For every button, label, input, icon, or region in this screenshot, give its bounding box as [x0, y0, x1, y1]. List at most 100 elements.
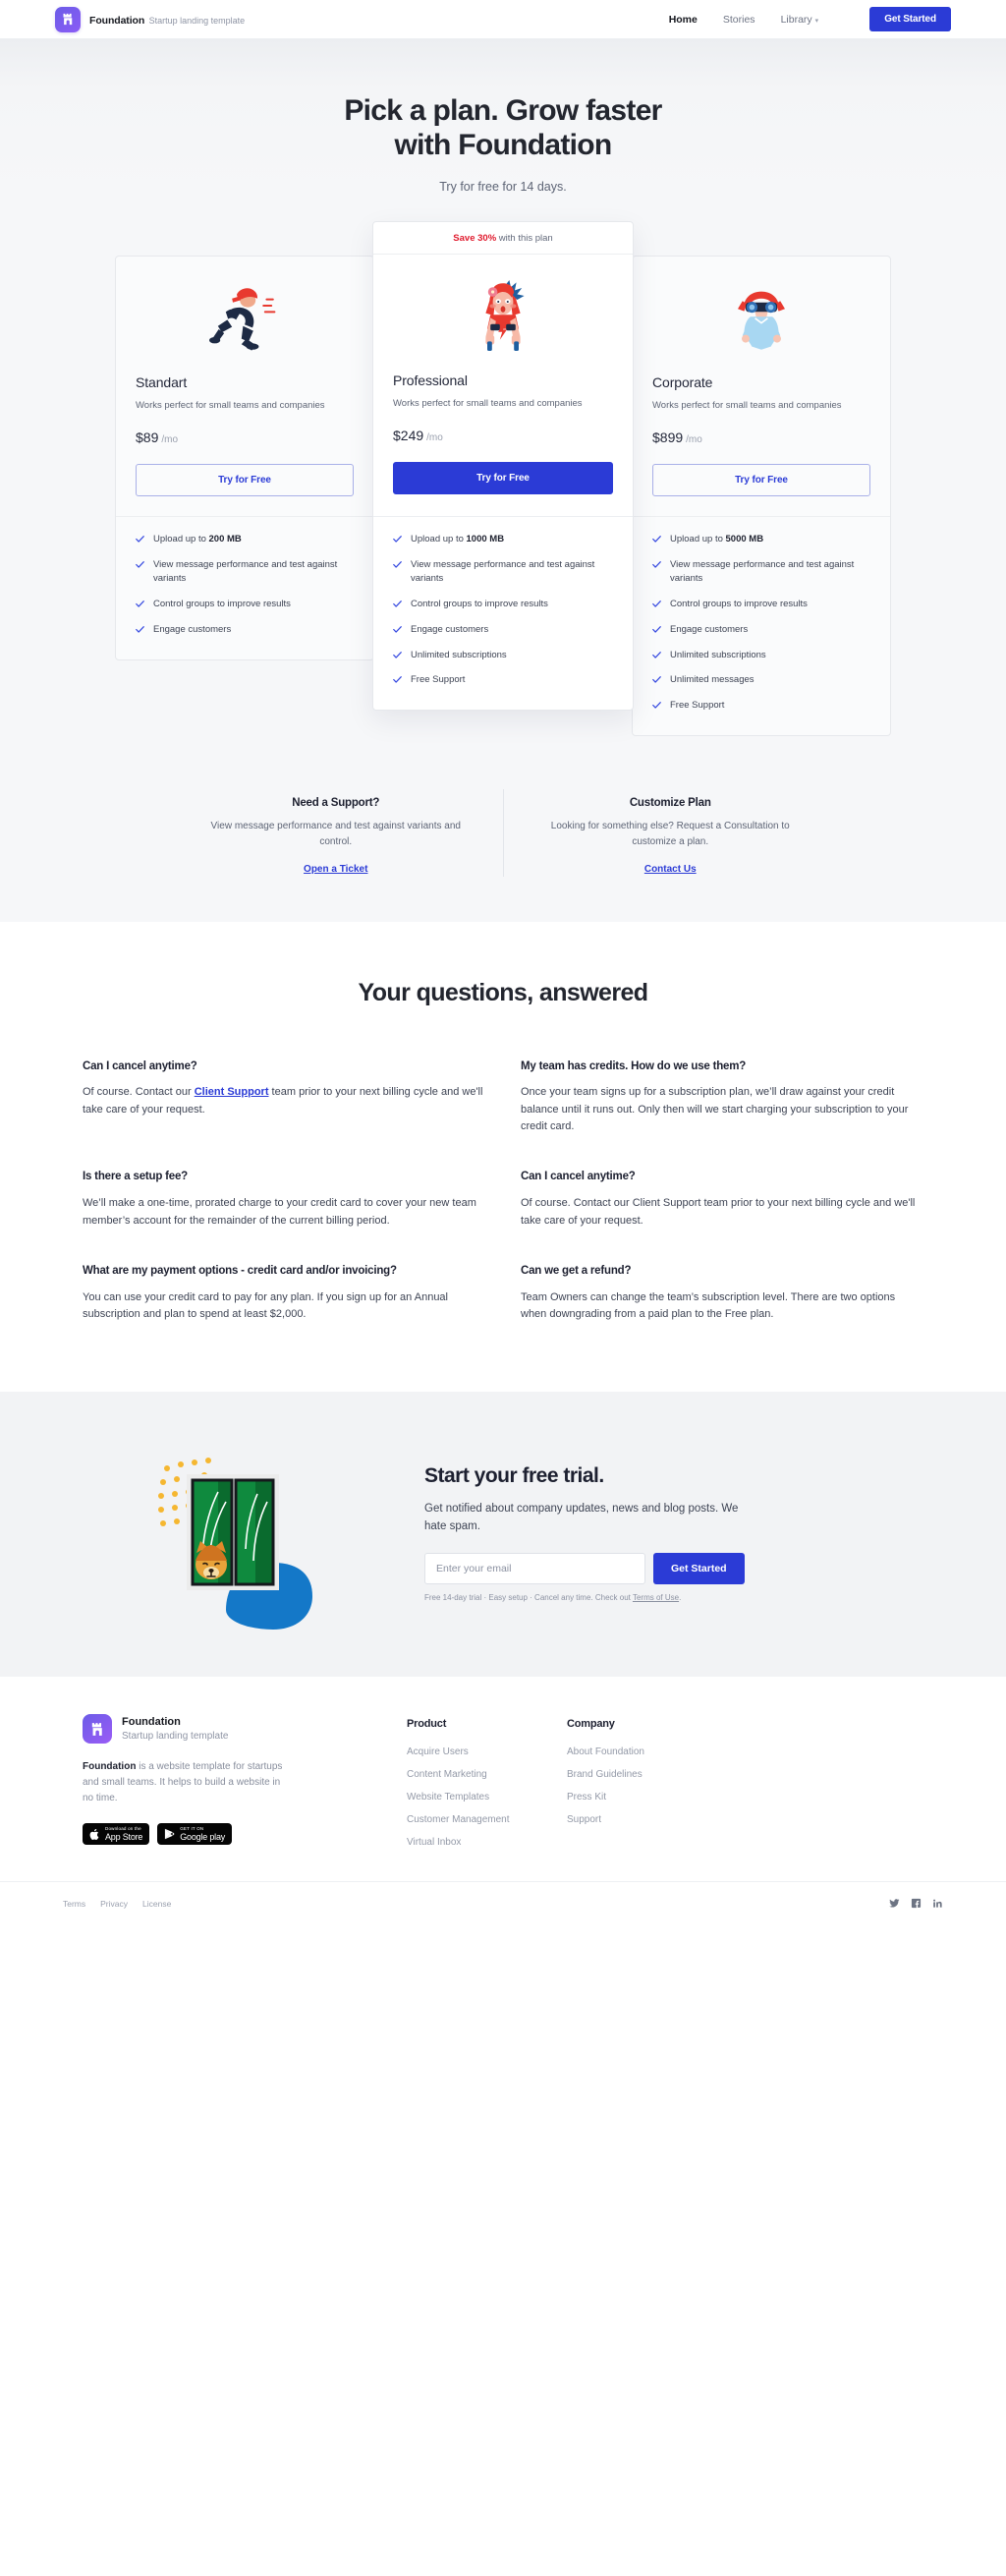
try-for-free-button-professional[interactable]: Try for Free — [393, 461, 613, 494]
faq-answer: Once your team signs up for a subscripti… — [521, 1086, 909, 1133]
feature-text: Free Support — [411, 674, 466, 686]
check-icon — [136, 600, 144, 608]
get-started-button[interactable]: Get Started — [869, 7, 951, 31]
faq-question: Can I cancel anytime? — [521, 1171, 636, 1183]
plan-desc-professional: Works perfect for small teams and compan… — [393, 398, 583, 410]
nav-item-library-label: Library — [780, 13, 812, 26]
open-a-ticket-link[interactable]: Open a Ticket — [304, 864, 367, 875]
pricing-card-corporate[interactable]: Corporate Works perfect for small teams … — [632, 256, 891, 736]
plan-name-professional: Professional — [393, 372, 468, 389]
brand-logo-link[interactable]: Foundation Startup landing template — [55, 6, 245, 32]
brand-title: Foundation — [89, 14, 145, 27]
faq-section: Your questions, answered Can I cancel an… — [0, 921, 1006, 1393]
hero-title-line1: Pick a plan. Grow faster — [344, 94, 662, 127]
footer-column-product: Product Acquire Users Content Marketing … — [407, 1714, 567, 1848]
faq-question: Can I cancel anytime? — [83, 1059, 197, 1072]
newsletter-form: Get Started — [424, 1553, 925, 1585]
cta-section: Start your free trial. Get notified abou… — [0, 1392, 1006, 1678]
cta-fine-print: Free 14-day trial · Easy setup · Cancel … — [424, 1593, 682, 1603]
feature-item: Engage customers — [393, 623, 604, 638]
footer-column-company: Company About Foundation Brand Guideline… — [567, 1714, 727, 1825]
google-play-icon — [165, 1829, 175, 1840]
check-icon — [652, 535, 661, 544]
standart-illustration — [116, 257, 373, 369]
try-for-free-button-corporate[interactable]: Try for Free — [652, 463, 870, 496]
pricing-card-professional[interactable]: Save 30% with this plan Professional Wor… — [372, 221, 634, 711]
check-icon — [393, 625, 402, 634]
hero-section: Pick a plan. Grow faster with Foundation… — [0, 38, 1006, 195]
feature-item: Upload up to 200 MB — [136, 533, 347, 547]
footer-link-customer-management[interactable]: Customer Management — [407, 1814, 567, 1825]
brand-subtitle: Startup landing template — [148, 15, 246, 26]
nav-item-library[interactable]: Library ▾ — [781, 14, 819, 26]
hero-subtitle: Try for free for 14 days. — [439, 180, 567, 195]
feature-item: Unlimited messages — [652, 673, 864, 688]
brand-text: Foundation Startup landing template — [89, 11, 245, 29]
google-play-small-label: GET IT ON — [180, 1826, 204, 1832]
plan-price-corporate-amount: $899 — [652, 429, 684, 445]
faq-item: My team has credits. How do we use them?… — [521, 1059, 923, 1136]
google-play-badge[interactable]: GET IT ON Google play — [157, 1823, 233, 1846]
client-support-link[interactable]: Client Support — [195, 1086, 269, 1098]
plan-price-professional: $249/mo — [393, 428, 613, 443]
email-input[interactable] — [424, 1553, 645, 1585]
footer-link-website-templates[interactable]: Website Templates — [407, 1792, 567, 1803]
footer-brand-text: Foundation Startup landing template — [122, 1716, 228, 1742]
app-store-badge[interactable]: Download on the App Store — [83, 1823, 150, 1846]
feature-text: Engage customers — [153, 623, 232, 635]
contact-us-link[interactable]: Contact Us — [644, 864, 697, 875]
footer-link-about-foundation[interactable]: About Foundation — [567, 1746, 727, 1757]
nav-item-stories[interactable]: Stories — [723, 14, 755, 26]
app-store-small-label: Download on the — [105, 1826, 141, 1832]
faq-answer: Team Owners can change the team’s subscr… — [521, 1290, 896, 1320]
feature-text: Control groups to improve results — [153, 599, 291, 610]
terms-link[interactable]: Terms — [63, 1899, 85, 1909]
linkedin-icon[interactable] — [932, 1898, 943, 1909]
footer-link-support[interactable]: Support — [567, 1814, 727, 1825]
cta-get-started-button[interactable]: Get Started — [653, 1553, 745, 1585]
faq-grid: Can I cancel anytime? Of course. Contact… — [83, 1059, 923, 1324]
pricing-card-standart[interactable]: Standart Works perfect for small teams a… — [115, 256, 374, 660]
footer-link-acquire-users[interactable]: Acquire Users — [407, 1746, 567, 1757]
plan-price-professional-amount: $249 — [393, 427, 424, 443]
footer-company-heading: Company — [567, 1718, 615, 1731]
faq-item: Can we get a refund? Team Owners can cha… — [521, 1263, 923, 1323]
plan-price-standart: $89/mo — [136, 429, 354, 445]
facebook-icon[interactable] — [911, 1898, 922, 1909]
try-for-free-button-standart[interactable]: Try for Free — [136, 463, 354, 496]
footer-link-press-kit[interactable]: Press Kit — [567, 1792, 727, 1803]
feature-text: Upload up to 5000 MB — [670, 533, 764, 544]
terms-of-use-link[interactable]: Terms of Use — [633, 1593, 679, 1602]
footer: Foundation Startup landing template Foun… — [0, 1677, 1006, 1925]
faq-item: Can I cancel anytime? Of course. Contact… — [521, 1169, 923, 1229]
footer-link-content-marketing[interactable]: Content Marketing — [407, 1769, 567, 1780]
faq-item: Can I cancel anytime? Of course. Contact… — [83, 1059, 485, 1136]
twitter-icon[interactable] — [889, 1898, 900, 1909]
plan-desc-standart: Works perfect for small teams and compan… — [136, 400, 325, 412]
plan-price-professional-period: /mo — [426, 431, 443, 443]
check-icon — [136, 560, 144, 569]
nav-links: Home Stories Library ▾ Get Started — [669, 7, 951, 31]
support-strip: Need a Support? View message performance… — [0, 788, 1006, 922]
page-title: Pick a plan. Grow faster with Foundation — [0, 93, 1006, 162]
foundation-castle-icon — [55, 6, 81, 32]
support-title-left: Need a Support? — [292, 796, 380, 809]
license-link[interactable]: License — [142, 1899, 171, 1909]
check-icon — [393, 651, 402, 659]
professional-illustration — [373, 255, 633, 367]
feature-item: Engage customers — [136, 623, 347, 638]
footer-link-brand-guidelines[interactable]: Brand Guidelines — [567, 1769, 727, 1780]
footer-brand-link[interactable]: Foundation Startup landing template — [83, 1714, 407, 1745]
cta-inner: Start your free trial. Get notified abou… — [81, 1433, 925, 1631]
feature-text: Engage customers — [670, 623, 749, 635]
faq-title: Your questions, answered — [358, 978, 649, 1006]
plan-price-corporate-period: /mo — [686, 433, 702, 445]
faq-answer: Of course. Contact our Client Support te… — [521, 1197, 916, 1227]
footer-product-heading: Product — [407, 1718, 447, 1731]
footer-link-virtual-inbox[interactable]: Virtual Inbox — [407, 1837, 567, 1848]
plan-price-standart-amount: $89 — [136, 429, 159, 445]
privacy-link[interactable]: Privacy — [100, 1899, 128, 1909]
nav-item-home[interactable]: Home — [669, 14, 698, 26]
footer-bottom-inner: Terms Privacy License — [63, 1882, 943, 1924]
professional-body: Professional Works perfect for small tea… — [373, 372, 633, 516]
